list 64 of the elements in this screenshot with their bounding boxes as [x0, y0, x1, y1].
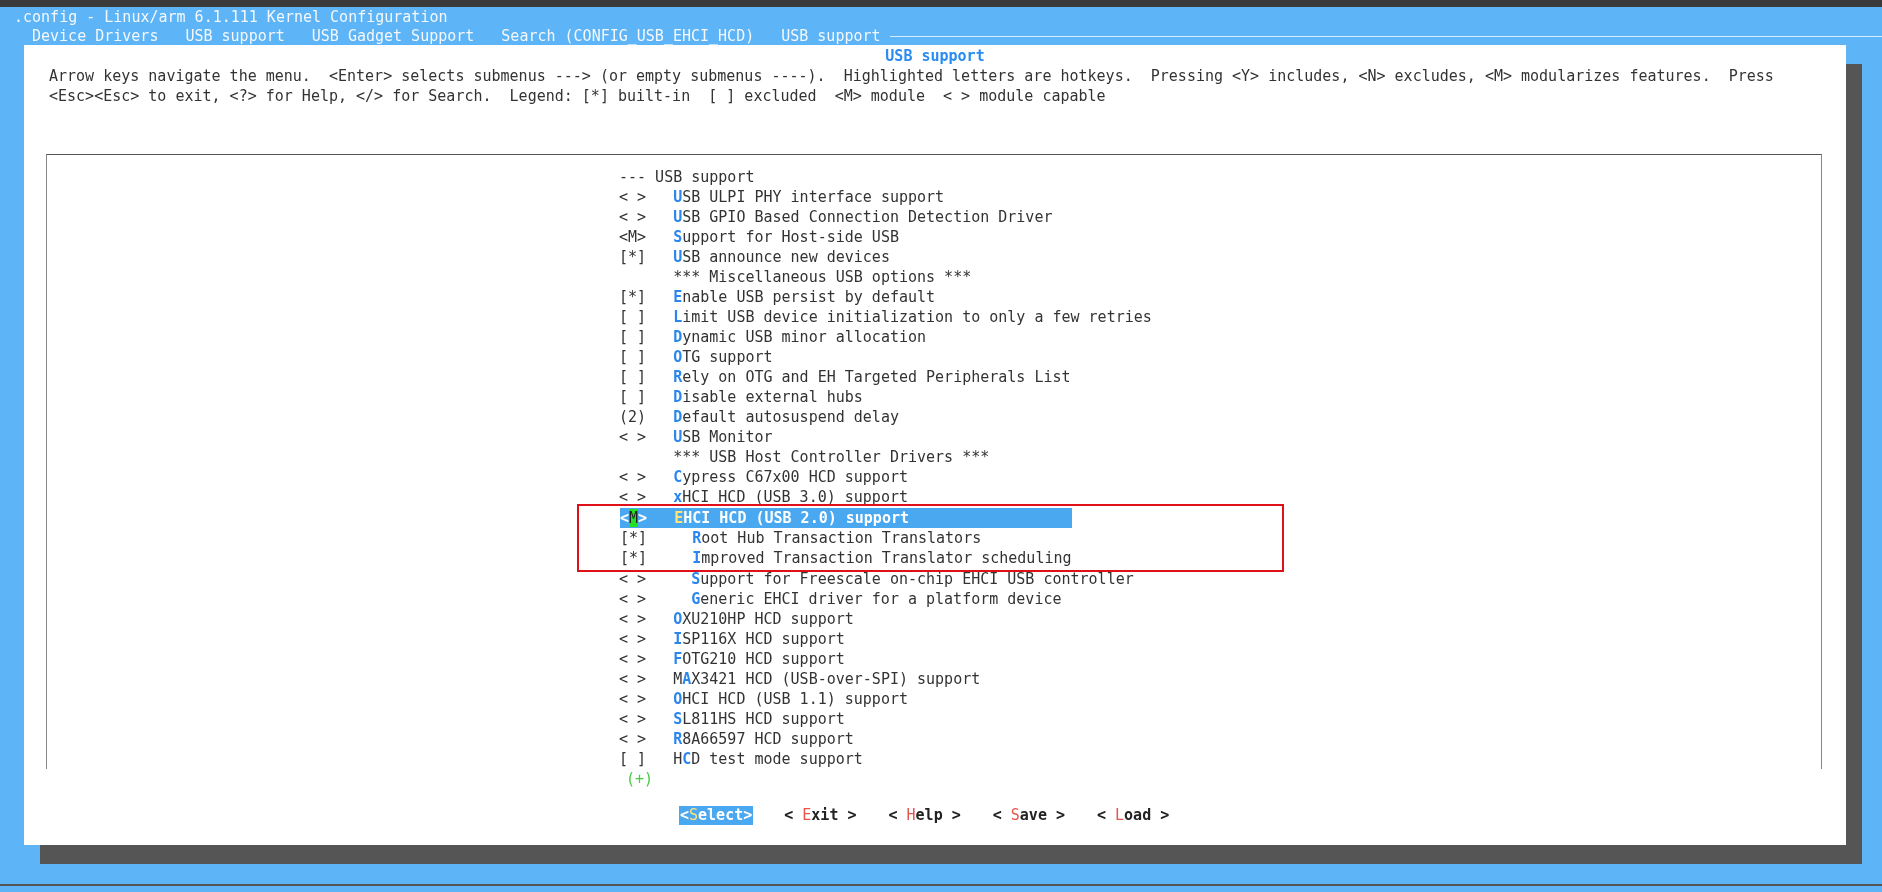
menu-item-label[interactable]: FOTG210 HCD support: [673, 649, 845, 669]
menu-item-label[interactable]: Enable USB persist by default: [673, 287, 936, 307]
menu-item-label[interactable]: SL811HS HCD support: [673, 709, 845, 729]
menu-item-label[interactable]: Support for Host-side USB: [673, 227, 899, 247]
more-indicator: (+): [625, 769, 655, 789]
option-state: [ ]: [619, 347, 648, 367]
menu-item-label[interactable]: USB ULPI PHY interface support: [673, 187, 945, 207]
menu-item-label[interactable]: OHCI HCD (USB 1.1) support: [673, 689, 908, 709]
menu-item-label[interactable]: USB Monitor: [673, 427, 773, 447]
menu-item-label[interactable]: ISP116X HCD support: [673, 629, 845, 649]
option-state: [ ]: [619, 367, 648, 387]
menu-item-label[interactable]: Root Hub Transaction Translators: [674, 528, 982, 548]
menu-item-label[interactable]: Disable external hubs: [673, 387, 863, 407]
menu-button[interactable]: < Help >: [887, 806, 962, 825]
option-state: [ ]: [619, 327, 648, 347]
option-state: < >: [619, 689, 648, 709]
menu-item-label[interactable]: Rely on OTG and EH Targeted Peripherals List: [673, 367, 1071, 387]
menu-item-label[interactable]: Cypress C67x00 HCD support: [673, 467, 908, 487]
option-state: [*]: [620, 528, 649, 548]
menu-item-label[interactable]: *** Miscellaneous USB options ***: [673, 267, 972, 287]
option-state: < >: [619, 589, 648, 609]
option-state: [ ]: [619, 307, 648, 327]
dialog-title: USB support: [884, 46, 986, 66]
menu-item-label[interactable]: Limit USB device initialization to only a few retries: [673, 307, 1152, 327]
menu-item-label[interactable]: USB support: [655, 167, 755, 187]
menu-button[interactable]: < Save >: [991, 806, 1066, 825]
option-state: <M>: [619, 227, 648, 247]
option-state: [*]: [620, 548, 649, 568]
menu-item-label[interactable]: Generic EHCI driver for a platform device: [673, 589, 1062, 609]
menu-item-label[interactable]: *** USB Host Controller Drivers ***: [673, 447, 990, 467]
menu-item-label[interactable]: OTG support: [673, 347, 773, 367]
menu-button[interactable]: < Exit >: [783, 806, 858, 825]
option-state: < >: [619, 187, 648, 207]
option-state: [ ]: [619, 387, 648, 407]
option-state: [*]: [619, 247, 648, 267]
option-state: < >: [619, 729, 648, 749]
option-state: < >: [619, 427, 648, 447]
option-state: (2): [619, 407, 648, 427]
option-state: ---: [619, 167, 647, 187]
option-state: < >: [619, 629, 648, 649]
option-state: [*]: [619, 287, 648, 307]
menu-item-label[interactable]: OXU210HP HCD support: [673, 609, 854, 629]
menu-item-label[interactable]: HCD test mode support: [673, 749, 863, 769]
option-state: < >: [619, 207, 648, 227]
menu-item-label[interactable]: Dynamic USB minor allocation: [673, 327, 927, 347]
help-text: Arrow keys navigate the menu. <Enter> selects submenus ---> (or empty submenus ----). Highlighted letters are hotkeys. Pressing <Y> includes, <N> excludes, <M> modularizes features. Press <Esc><Esc> to exit, <?> for Help, </> for Search. Legend: [*] built-in [ ] excluded <M> module < > module capable: [48, 66, 1775, 106]
menu-item-label[interactable]: MAX3421 HCD (USB-over-SPI) support: [673, 669, 981, 689]
option-state: < >: [619, 709, 648, 729]
option-state: < >: [619, 609, 648, 629]
option-state: < >: [619, 649, 648, 669]
option-state: < >: [619, 467, 648, 487]
menu-item-label[interactable]: R8A66597 HCD support: [673, 729, 854, 749]
menu-item-label[interactable]: Support for Freescale on-chip EHCI USB controller: [673, 569, 1134, 589]
menu-item-label[interactable]: Improved Transaction Translator scheduling: [674, 548, 1072, 568]
menu-item-label[interactable]: USB announce new devices: [673, 247, 890, 267]
menu-item-label[interactable]: USB GPIO Based Connection Detection Driver: [673, 207, 1053, 227]
menu-item-label[interactable]: xHCI HCD (USB 3.0) support: [673, 487, 908, 507]
option-state: < >: [619, 487, 648, 507]
menu-button[interactable]: < Load >: [1096, 806, 1171, 825]
option-state: < >: [619, 669, 648, 689]
window-title: .config - Linux/arm 6.1.111 Kernel Configuration: [13, 8, 449, 26]
option-state: [ ]: [619, 749, 648, 769]
option-state: < >: [619, 569, 648, 589]
menu-item-label[interactable]: Default autosuspend delay: [673, 407, 899, 427]
